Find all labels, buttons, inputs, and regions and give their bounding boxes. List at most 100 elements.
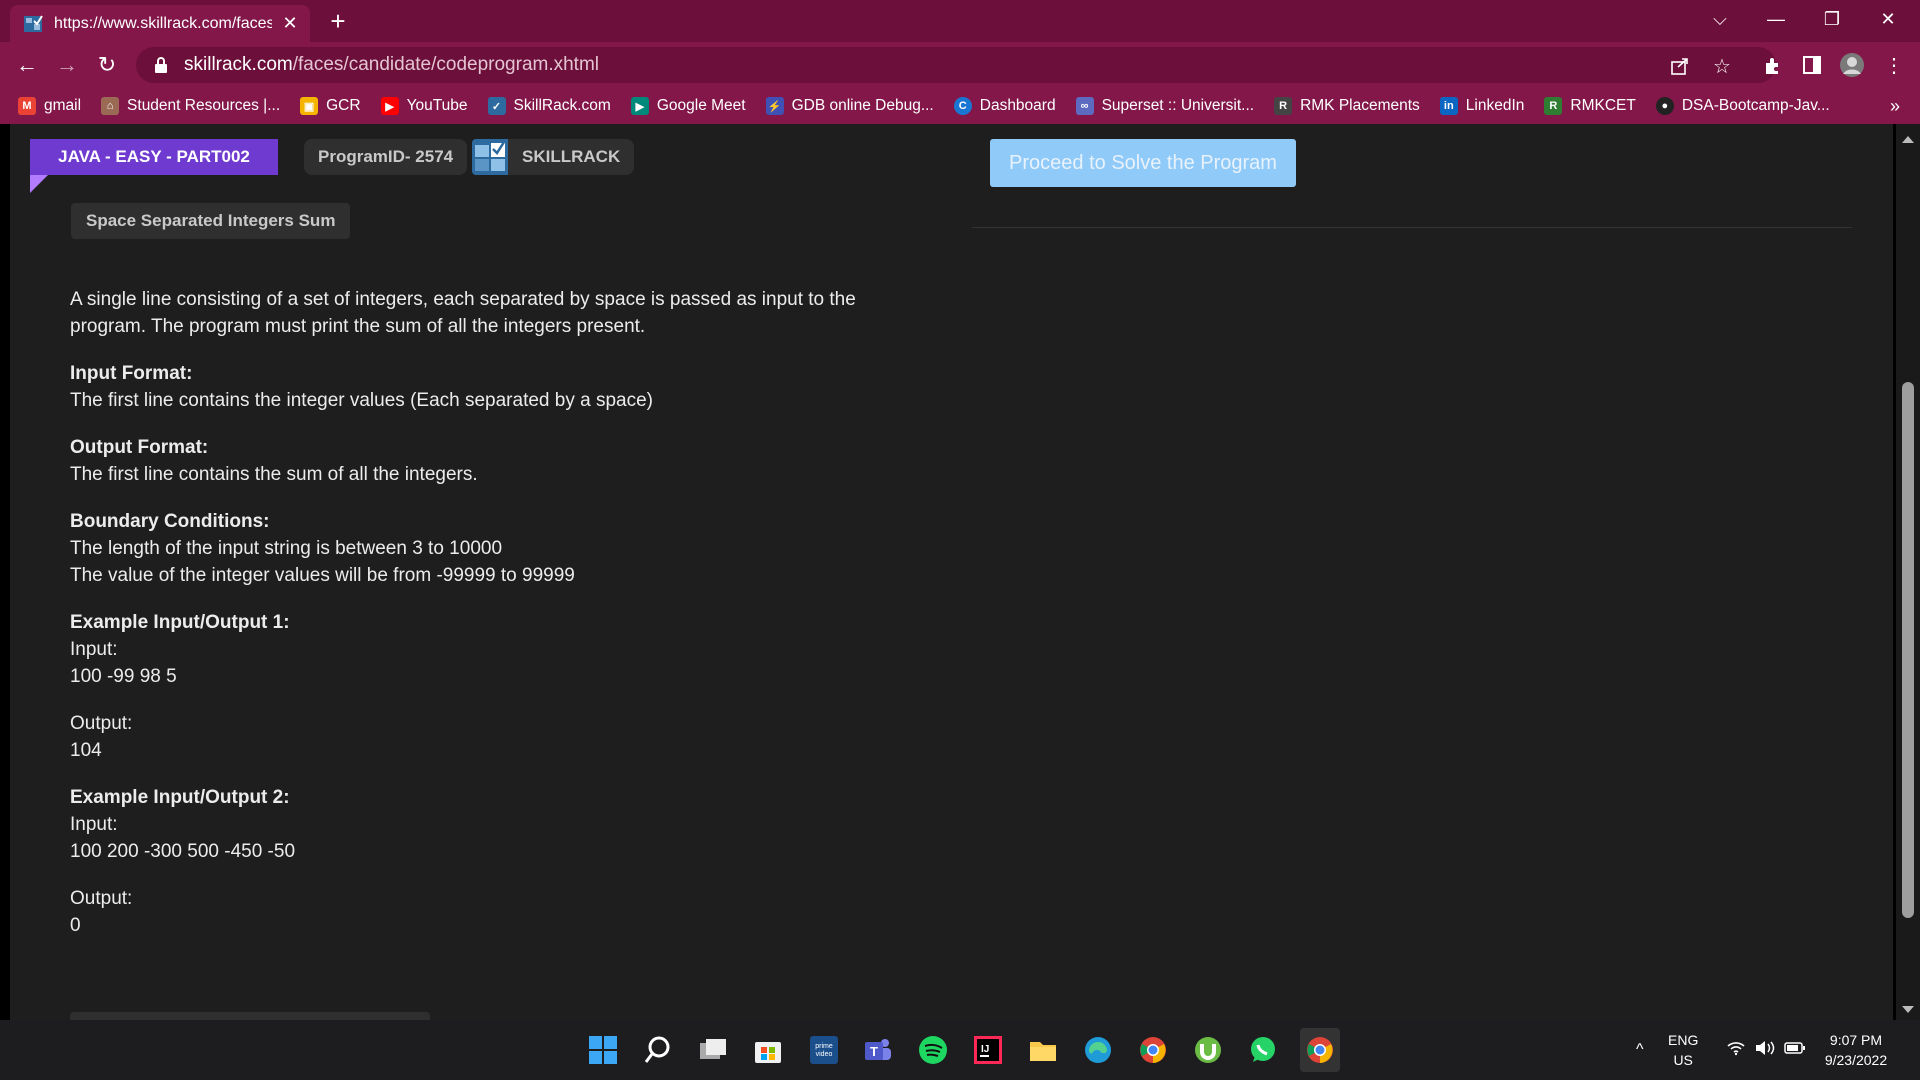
new-tab-button[interactable]: + — [324, 7, 352, 35]
extensions-icon[interactable] — [1758, 51, 1786, 79]
svg-text:prime: prime — [815, 1043, 833, 1050]
bookmark-linkedin[interactable]: in LinkedIn — [1439, 97, 1524, 115]
example-1-input-label: Input: — [70, 639, 118, 660]
example-1-heading: Example Input/Output 1: — [70, 612, 290, 633]
chrome-icon[interactable] — [1135, 1032, 1171, 1068]
output-format-text: The first line contains the sum of all t… — [70, 464, 478, 485]
utorrent-icon[interactable] — [1190, 1032, 1226, 1068]
proceed-to-solve-button[interactable]: Proceed to Solve the Program — [990, 139, 1296, 187]
bookmark-gcr[interactable]: ▣ GCR — [300, 97, 361, 115]
bookmark-label: SkillRack.com — [513, 97, 611, 114]
task-view-icon[interactable] — [695, 1032, 731, 1068]
bookmark-star-icon[interactable]: ☆ — [1710, 54, 1734, 78]
browser-toolbar: ← → ↻ skillrack.com/faces/candidate/code… — [0, 42, 1920, 88]
bookmark-google-meet[interactable]: ▶ Google Meet — [630, 97, 746, 115]
clock-time: 9:07 PM — [1829, 1032, 1883, 1048]
problem-panel: JAVA - EASY - PART002 ProgramID- 2574 SK… — [10, 124, 1893, 1020]
boundary-section: Boundary Conditions: The length of the i… — [70, 508, 930, 589]
browser-menu-icon[interactable]: ⋮ — [1880, 51, 1908, 79]
skillrack-icon: ✓ — [487, 97, 506, 115]
bookmark-label: Student Resources |... — [127, 97, 281, 114]
browser-tab-active[interactable]: https://www.skillrack.com/faces/candidat… — [10, 5, 310, 42]
tray-overflow-icon[interactable]: ^ — [1636, 1040, 1644, 1060]
teams-icon[interactable]: T — [860, 1032, 896, 1068]
profile-avatar[interactable] — [1838, 51, 1866, 79]
example-1-output-label: Output: — [70, 713, 133, 734]
example-1-section: Example Input/Output 1: Input: 100 -99 9… — [70, 609, 930, 690]
url-host: skillrack.com — [184, 54, 293, 75]
windows-taskbar: primevideo T IJ ^ ENG US 9:07 PM 9/23/2 — [0, 1020, 1920, 1080]
bookmark-gdb-online[interactable]: ⚡ GDB online Debug... — [765, 97, 934, 115]
spotify-icon[interactable] — [915, 1032, 951, 1068]
skillrack-logo-icon — [472, 139, 508, 175]
volume-icon[interactable] — [1754, 1040, 1776, 1061]
address-bar[interactable]: skillrack.com/faces/candidate/codeprogra… — [136, 47, 1776, 83]
dashboard-icon: C — [953, 97, 972, 115]
bookmark-student-resources[interactable]: ⌂ Student Resources |... — [101, 97, 280, 115]
tab-close-icon[interactable]: ✕ — [280, 13, 300, 34]
whatsapp-icon[interactable] — [1245, 1032, 1281, 1068]
bookmark-superset[interactable]: ∞ Superset :: Universit... — [1075, 97, 1254, 115]
linkedin-icon: in — [1439, 97, 1458, 115]
bookmark-rmk-placements[interactable]: R RMK Placements — [1274, 97, 1420, 115]
bookmark-gmail[interactable]: Mgmail — [18, 97, 81, 115]
restore-button[interactable]: ❐ — [1804, 0, 1860, 38]
url-text: skillrack.com/faces/candidate/codeprogra… — [184, 54, 599, 76]
intellij-icon[interactable]: IJ — [970, 1032, 1006, 1068]
bookmark-label: GDB online Debug... — [791, 97, 934, 114]
scrollbar-thumb[interactable] — [1902, 382, 1914, 918]
bookmark-dsa-bootcamp[interactable]: ● DSA-Bootcamp-Jav... — [1655, 97, 1830, 115]
svg-text:T: T — [870, 1044, 878, 1059]
example-1-output-section: Output: 104 — [70, 710, 930, 764]
forward-button[interactable]: → — [52, 50, 82, 80]
ribbon-fold — [30, 175, 48, 193]
output-format-section: Output Format: The first line contains t… — [70, 434, 930, 488]
bookmark-rmkcet[interactable]: R RMKCET — [1544, 97, 1636, 115]
back-button[interactable]: ← — [12, 50, 42, 80]
bookmarks-bar: Mgmail ⌂ Student Resources |... ▣ GCR ▶ You… — [0, 88, 1920, 124]
skillrack-favicon-icon — [24, 14, 44, 34]
close-window-button[interactable]: ✕ — [1860, 0, 1916, 38]
wifi-icon[interactable] — [1726, 1040, 1746, 1061]
bookmark-dashboard[interactable]: C Dashboard — [953, 97, 1056, 115]
share-icon[interactable] — [1668, 54, 1692, 78]
youtube-icon: ▶ — [380, 97, 399, 115]
tab-search-dropdown-icon[interactable]: ⌵ — [1692, 0, 1748, 38]
minimize-button[interactable]: — — [1748, 0, 1804, 38]
example-2-section: Example Input/Output 2: Input: 100 200 -… — [70, 784, 930, 865]
meet-icon: ▶ — [630, 97, 649, 115]
clock-date: 9/23/2022 — [1824, 1052, 1888, 1068]
side-panel-icon[interactable] — [1798, 51, 1826, 79]
reload-button[interactable]: ↻ — [92, 50, 122, 80]
file-explorer-icon[interactable] — [1025, 1032, 1061, 1068]
program-id-badge: ProgramID- 2574 — [304, 139, 468, 175]
bookmarks-overflow-icon[interactable]: » — [1890, 96, 1900, 117]
clock[interactable]: 9:07 PM 9/23/2022 — [1816, 1030, 1896, 1070]
bookmark-label: gmail — [44, 97, 82, 114]
scroll-up-arrow-icon[interactable] — [1902, 136, 1914, 143]
prime-video-icon[interactable]: prime video — [806, 1032, 842, 1068]
scroll-down-arrow-icon[interactable] — [1902, 1006, 1914, 1013]
rmk-icon: R — [1274, 97, 1293, 115]
page-scrollbar[interactable] — [1896, 124, 1920, 1020]
language-line-1: ENG — [1668, 1032, 1699, 1048]
chrome-active-icon[interactable] — [1300, 1028, 1340, 1072]
bookmark-label: Dashboard — [979, 97, 1056, 114]
input-format-section: Input Format: The first line contains th… — [70, 360, 930, 414]
gmail-icon: M — [18, 97, 36, 115]
edge-icon[interactable] — [1080, 1032, 1116, 1068]
bookmark-youtube[interactable]: ▶ YouTube — [380, 97, 468, 115]
bookmark-label: RMK Placements — [1300, 97, 1420, 114]
boundary-heading: Boundary Conditions: — [70, 511, 270, 532]
language-indicator[interactable]: ENG US — [1668, 1030, 1698, 1070]
example-2-input-label: Input: — [70, 814, 118, 835]
windows-start-icon[interactable] — [585, 1032, 621, 1068]
superset-icon: ∞ — [1075, 97, 1094, 115]
problem-statement: A single line consisting of a set of int… — [70, 286, 930, 959]
microsoft-store-icon[interactable] — [750, 1032, 786, 1068]
lock-icon — [154, 57, 168, 73]
search-icon[interactable] — [640, 1032, 676, 1068]
bookmark-skillrack[interactable]: ✓ SkillRack.com — [487, 97, 611, 115]
boundary-line-1: The length of the input string is betwee… — [70, 538, 503, 559]
battery-icon[interactable] — [1784, 1040, 1806, 1061]
